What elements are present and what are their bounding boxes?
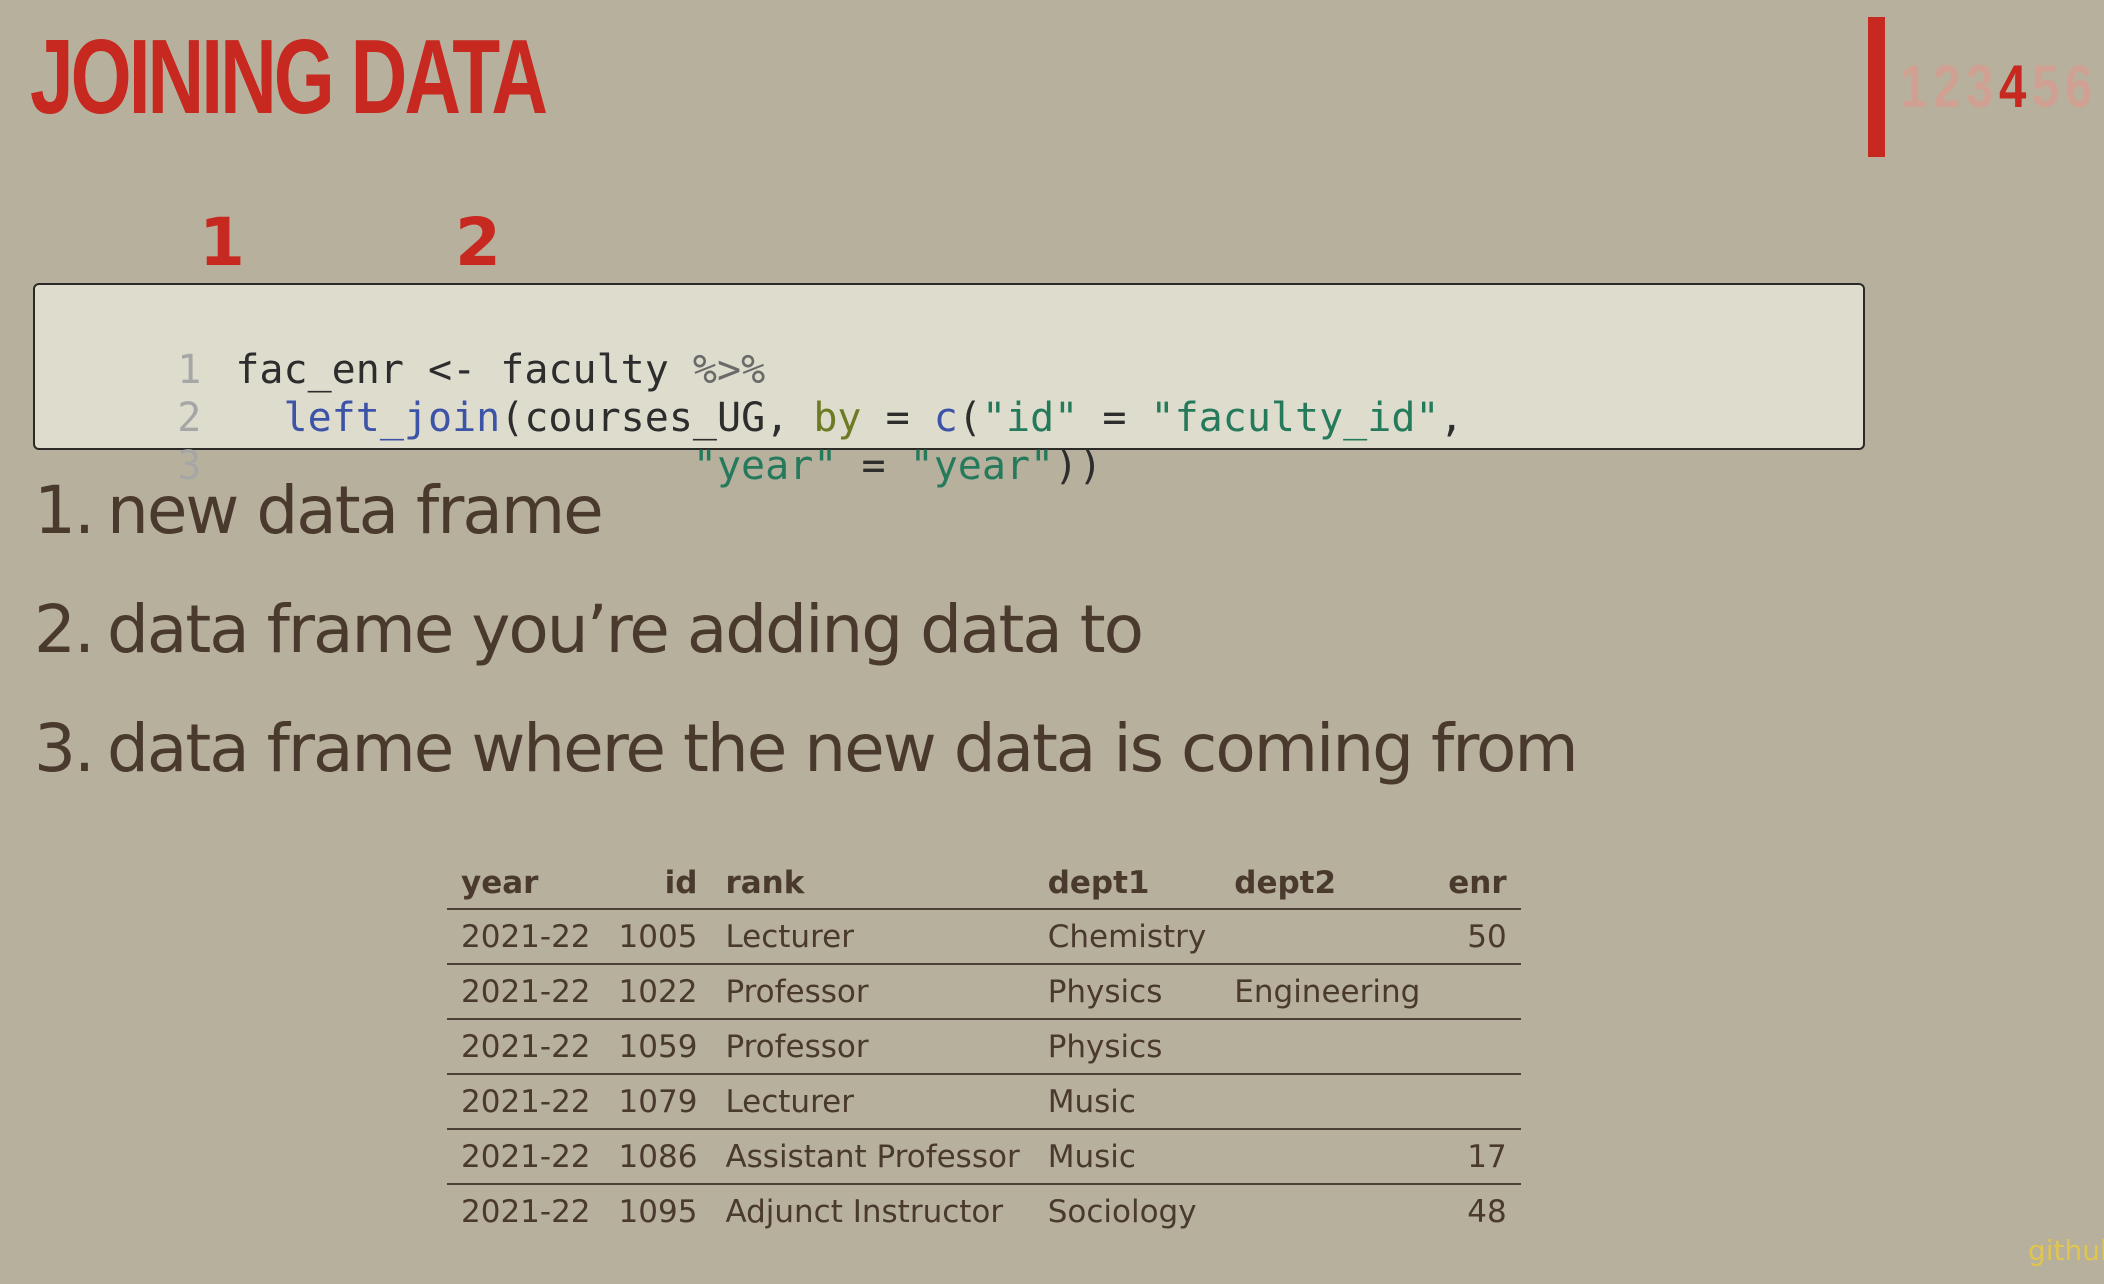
numbered-list: 1. new data frame 2. data frame you’re add… [34,478,1579,835]
cell-id: 1059 [604,1019,712,1075]
code-block[interactable]: 1 fac_enr <- faculty %>% 2 left_join(cour… [33,283,1865,489]
cell-id: 1005 [604,909,712,965]
slide-title: JOINING DATA [30,18,548,136]
list-item: 3. data frame where the new data is comin… [34,716,1579,835]
table-row: 2021-22 1095 Adjunct Instructor Sociolog… [447,1184,1521,1238]
cell-rank: Lecturer [711,1074,1034,1130]
cell-id: 1095 [618,1193,698,1230]
github-link[interactable]: github [2028,1234,2104,1267]
cell-dept1: Physics [1033,1019,1221,1075]
cell-dept2: Engineering [1220,964,1435,1020]
callout-number-2: 2 [455,204,501,281]
nav-page-1[interactable]: 1 [1900,57,1927,117]
list-item-number: 3. [34,710,95,787]
cell-year: 2021-22 [447,964,605,1020]
nav-page-6[interactable]: 6 [2065,57,2092,117]
column-header-year: year [447,858,605,910]
code-token-comma: , [1439,395,1464,441]
cell-year: 2021-22 [447,909,605,965]
nav-page-4-current[interactable]: 4 [1999,57,2026,117]
column-header-rank: rank [711,858,1034,910]
column-header-dept1: dept1 [1033,858,1221,910]
table-header-row: year id rank dept1 dept2 enr [447,858,1521,910]
cell-enr: 50 [1434,909,1521,965]
nav-page-2[interactable]: 2 [1933,57,1960,117]
list-item-text: data frame where the new data is coming … [106,710,1579,787]
code-token-string: "faculty_id" [1150,395,1440,441]
cell-enr [1434,1074,1521,1130]
cell-dept1: Music [1033,1129,1221,1185]
column-header-dept2: dept2 [1220,858,1435,910]
list-item-number: 2. [34,591,95,668]
table-row: 2021-22 1079 Lecturer Music [447,1074,1521,1130]
cell-enr: 48 [1467,1193,1507,1230]
cell-dept1: Chemistry [1033,909,1221,965]
cell-rank: Professor [711,964,1034,1020]
list-item-number: 1. [34,472,95,549]
column-header-enr: enr [1434,858,1521,910]
cell-rank: Professor [711,1019,1034,1075]
cell-year: 2021-22 [447,1019,605,1075]
cell-enr [1434,1019,1521,1075]
list-item: 2. data frame you’re adding data to [34,597,1577,716]
cell-dept2 [1220,1129,1435,1185]
cell-year: 2021-22 [461,1193,591,1230]
nav-page-numbers: 1 2 3 4 5 6 [1897,57,2095,117]
list-item-text: new data frame [106,472,604,549]
cell-enr: 17 [1434,1129,1521,1185]
cell-dept1: Physics [1033,964,1221,1020]
cell-dept2 [1220,1184,1434,1238]
list-item: 1. new data frame [34,478,1577,597]
nav-page-5[interactable]: 5 [2032,57,2059,117]
cell-id: 1086 [604,1129,712,1185]
code-line: 1 fac_enr <- faculty %>% [35,298,765,393]
table-row: 2021-22 1022 Professor Physics Engineeri… [447,964,1521,1020]
table-row: 2021-22 1059 Professor Physics [447,1019,1521,1075]
cell-rank: Assistant Professor [711,1129,1034,1185]
cell-dept2 [1220,1074,1435,1130]
nav-accent-bar [1868,17,1885,157]
cell-year: 2021-22 [447,1129,605,1185]
cell-dept2 [1220,1019,1435,1075]
cell-dept2 [1220,909,1435,965]
callout-number-1: 1 [199,204,245,281]
cell-year: 2021-22 [447,1074,605,1130]
cell-rank: Adjunct Instructor [725,1193,1004,1230]
joined-data-table: year id rank dept1 dept2 enr 2021-22 100… [447,858,1521,1238]
cell-dept1: Music [1033,1074,1221,1130]
cell-dept1: Sociology [1047,1193,1197,1230]
table-row: 2021-22 1005 Lecturer Chemistry 50 [447,909,1521,965]
cell-enr [1434,964,1521,1020]
code-line: 2 left_join(courses_UG, by = c("id" = "f… [35,346,1463,441]
code-line: 3 "year" = "year")) [35,394,1102,489]
table-row: 2021-22 1086 Assistant Professor Music 1… [447,1129,1521,1185]
slide-navigation: 1 2 3 4 5 6 [1868,17,2095,157]
column-header-id: id [604,858,712,910]
cell-rank: Lecturer [711,909,1034,965]
list-item-text: data frame you’re adding data to [106,591,1144,668]
cell-id: 1022 [604,964,712,1020]
nav-page-3[interactable]: 3 [1966,57,1993,117]
cell-id: 1079 [604,1074,712,1130]
